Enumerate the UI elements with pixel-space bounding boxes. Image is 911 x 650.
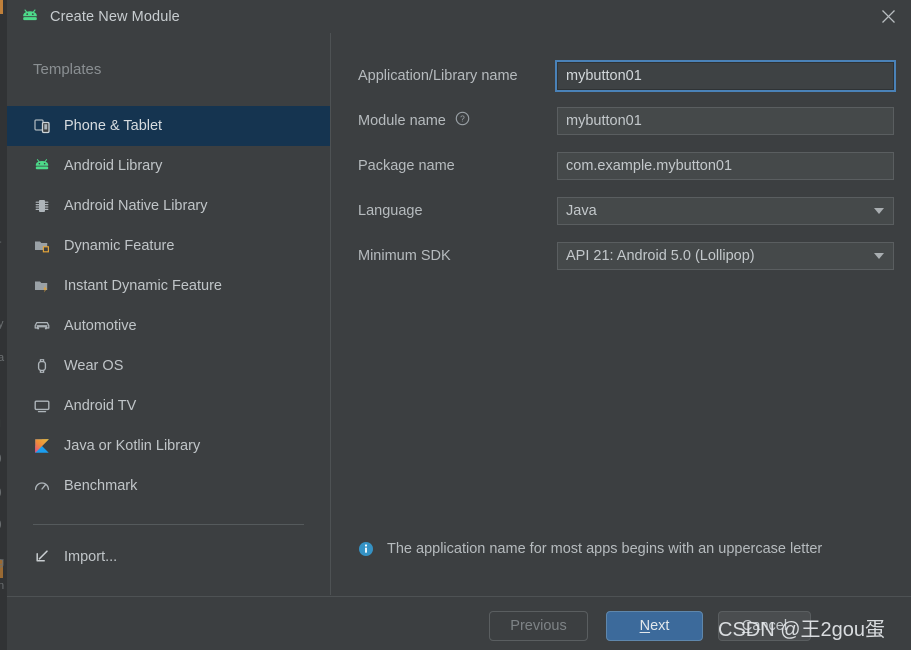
car-icon [33,317,51,335]
sidebar-item-label: Instant Dynamic Feature [64,278,222,294]
hint-message: The application name for most apps begin… [387,541,823,557]
watch-icon [33,357,51,375]
application-library-name-input[interactable] [557,62,894,90]
minimum-sdk-selected-value: API 21: Android 5.0 (Lollipop) [566,248,755,264]
sidebar-item-label: Java or Kotlin Library [64,438,201,454]
sidebar-item-benchmark[interactable]: Benchmark [7,466,330,506]
close-icon[interactable] [865,0,911,33]
field-label: Application/Library name [358,68,518,84]
dialog-footer: Previous Next Cancel [7,596,911,650]
sidebar-divider [33,524,304,525]
sidebar-item-label: Android TV [64,398,137,414]
field-minimum-sdk: Minimum SDK [358,242,451,270]
language-selected-value: Java [566,203,597,219]
module-form: Application/Library name Module name ? P… [332,33,911,595]
dialog-titlebar: Create New Module [7,0,911,33]
next-button[interactable]: Next [606,611,703,641]
sidebar-item-label: Wear OS [64,358,124,374]
sidebar-item-java-or-kotlin-library[interactable]: Java or Kotlin Library [7,426,330,466]
template-list: Phone & Tablet Android Library Android N… [7,106,330,577]
previous-button[interactable]: Previous [489,611,588,641]
question-mark-circle-icon[interactable]: ? [455,111,470,131]
benchmark-gauge-icon [33,477,51,495]
previous-button-label: Previous [510,618,567,634]
svg-text:?: ? [460,114,465,124]
android-robot-icon [20,7,40,27]
phone-tablet-icon [33,117,51,135]
instant-feature-folder-icon [33,277,51,295]
sidebar-item-label: Phone & Tablet [64,118,163,134]
sidebar-item-phone-tablet[interactable]: Phone & Tablet [7,106,330,146]
sidebar-item-label: Import... [64,549,118,565]
templates-sidebar: Templates Phone & Tablet Android Library… [7,33,331,595]
sidebar-item-label: Automotive [64,318,137,334]
field-label: Package name [358,158,455,174]
native-library-chip-icon [33,197,51,215]
info-circle-icon [358,541,374,562]
sidebar-item-instant-dynamic-feature[interactable]: Instant Dynamic Feature [7,266,330,306]
next-button-label: Next [639,618,670,634]
sidebar-item-android-native-library[interactable]: Android Native Library [7,186,330,226]
sidebar-item-android-tv[interactable]: Android TV [7,386,330,426]
sidebar-item-label: Benchmark [64,478,138,494]
validation-hint: The application name for most apps begin… [358,538,888,562]
field-label: Language [358,203,423,219]
sidebar-item-automotive[interactable]: Automotive [7,306,330,346]
sidebar-item-label: Android Library [64,158,163,174]
language-select[interactable]: Java [557,197,894,225]
android-robot-icon [33,157,51,175]
field-language: Language [358,197,423,225]
sidebar-item-dynamic-feature[interactable]: Dynamic Feature [7,226,330,266]
sidebar-item-android-library[interactable]: Android Library [7,146,330,186]
field-module-name: Module name ? [358,107,470,135]
import-arrow-icon [33,548,51,566]
sidebar-item-import[interactable]: Import... [7,537,330,577]
templates-header: Templates [33,61,102,78]
cancel-button-label: Cancel [741,618,788,634]
tv-icon [33,397,51,415]
background-ide-sliver: - y a l I ) ) ) g n [0,0,7,650]
field-label: Module name [358,113,446,129]
sidebar-item-wear-os[interactable]: Wear OS [7,346,330,386]
chevron-down-icon [874,253,884,259]
field-package-name: Package name [358,152,455,180]
sidebar-item-label: Dynamic Feature [64,238,175,254]
chevron-down-icon [874,208,884,214]
field-application-library-name: Application/Library name [358,62,518,90]
kotlin-logo-icon [33,437,51,455]
create-new-module-dialog: - y a l I ) ) ) g n Create New Module [0,0,911,650]
field-label: Minimum SDK [358,248,451,264]
module-name-input[interactable] [557,107,894,135]
cancel-button[interactable]: Cancel [718,611,811,641]
minimum-sdk-select[interactable]: API 21: Android 5.0 (Lollipop) [557,242,894,270]
package-name-input[interactable] [557,152,894,180]
dynamic-feature-folder-icon [33,237,51,255]
dialog-title: Create New Module [50,8,180,25]
sidebar-item-label: Android Native Library [64,198,208,214]
